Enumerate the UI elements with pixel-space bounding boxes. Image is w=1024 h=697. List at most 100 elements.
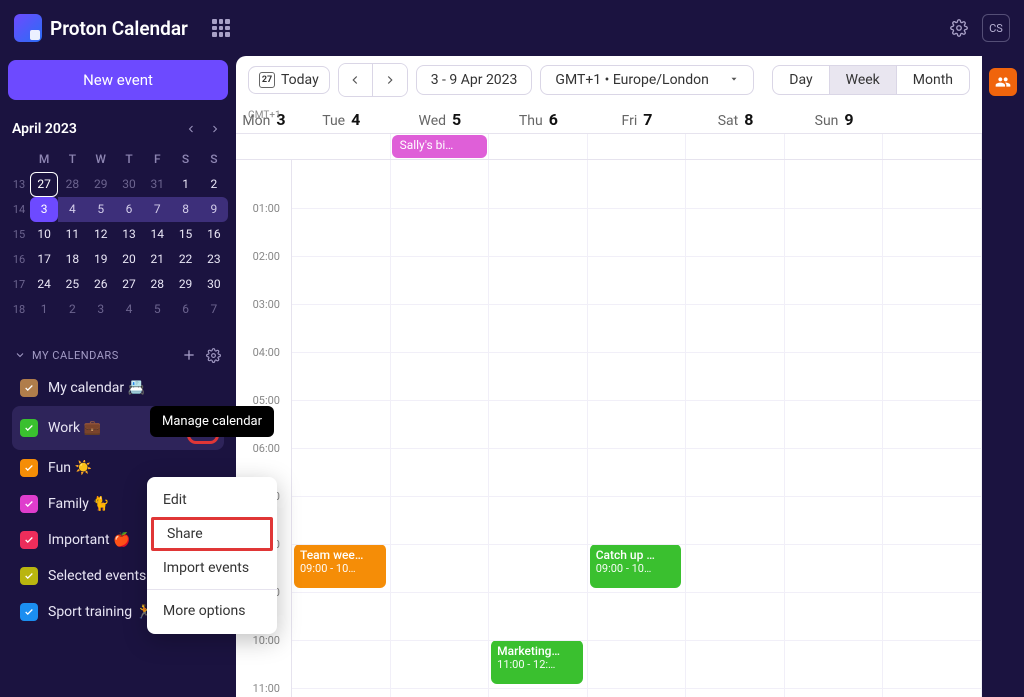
ctx-more[interactable]: More options — [147, 594, 277, 628]
mini-day[interactable]: 2 — [58, 297, 86, 322]
mini-day[interactable]: 2 — [200, 172, 228, 197]
ctx-import[interactable]: Import events — [147, 551, 277, 585]
mini-day[interactable]: 13 — [115, 222, 143, 247]
mini-day[interactable]: 29 — [87, 172, 115, 197]
day-header[interactable]: Sat8 — [686, 110, 785, 129]
calendars-settings-button[interactable] — [204, 346, 222, 364]
calendar-checkbox[interactable] — [20, 419, 38, 437]
mini-day[interactable]: 27 — [30, 172, 58, 197]
logo[interactable]: Proton Calendar — [14, 14, 188, 42]
apps-grid-icon[interactable] — [212, 19, 230, 37]
next-week-button[interactable] — [373, 64, 407, 96]
allday-cell[interactable] — [785, 134, 884, 159]
mini-day[interactable]: 22 — [171, 247, 199, 272]
calendar-event[interactable]: Team wee…09:00 - 10… — [294, 544, 386, 588]
contacts-icon[interactable] — [989, 68, 1017, 96]
calendar-event[interactable]: Catch up …09:00 - 10… — [590, 544, 682, 588]
mini-day[interactable]: 30 — [200, 272, 228, 297]
mini-day[interactable]: 3 — [30, 197, 58, 222]
day-column[interactable] — [785, 160, 884, 697]
mini-calendar[interactable]: MTWTFSS132728293031121434567891510111213… — [8, 144, 228, 322]
allday-event[interactable]: Sally's bi… — [392, 135, 488, 158]
gear-icon[interactable] — [950, 19, 968, 37]
mini-day[interactable]: 8 — [171, 197, 199, 222]
mini-calendar-title[interactable]: April 2023 — [12, 121, 182, 137]
mini-day[interactable]: 3 — [87, 297, 115, 322]
mini-day[interactable]: 14 — [143, 222, 171, 247]
new-event-button[interactable]: New event — [8, 60, 228, 100]
mini-day[interactable]: 26 — [87, 272, 115, 297]
ctx-edit[interactable]: Edit — [147, 483, 277, 517]
allday-cell[interactable]: Sally's bi… — [391, 134, 490, 159]
mini-day[interactable]: 7 — [143, 197, 171, 222]
my-calendars-header[interactable]: MY CALENDARS — [12, 340, 224, 370]
allday-cell[interactable] — [292, 134, 391, 159]
day-header[interactable]: Fri7 — [588, 110, 687, 129]
mini-day[interactable]: 6 — [171, 297, 199, 322]
mini-day[interactable]: 30 — [115, 172, 143, 197]
calendar-checkbox[interactable] — [20, 531, 38, 549]
calendar-checkbox[interactable] — [20, 379, 38, 397]
mini-day[interactable]: 20 — [115, 247, 143, 272]
mini-day[interactable]: 23 — [200, 247, 228, 272]
day-column[interactable]: Catch up …09:00 - 10… — [588, 160, 687, 697]
mini-day[interactable]: 4 — [58, 197, 86, 222]
mini-day[interactable]: 18 — [58, 247, 86, 272]
mini-day[interactable]: 29 — [171, 272, 199, 297]
day-header[interactable]: Tue4 — [292, 110, 391, 129]
mini-day[interactable]: 5 — [87, 197, 115, 222]
calendar-grid[interactable]: GMT+1 Mon3Tue4Wed5Thu6Fri7Sat8Sun9 Sally… — [236, 104, 982, 697]
day-column[interactable]: Team wee…09:00 - 10… — [292, 160, 391, 697]
calendar-checkbox[interactable] — [20, 567, 38, 585]
mini-prev-button[interactable] — [182, 120, 200, 138]
day-header[interactable]: Sun9 — [785, 110, 884, 129]
date-range[interactable]: 3 - 9 Apr 2023 — [416, 65, 533, 95]
calendar-checkbox[interactable] — [20, 459, 38, 477]
mini-day[interactable]: 7 — [200, 297, 228, 322]
mini-day[interactable]: 21 — [143, 247, 171, 272]
allday-cell[interactable] — [588, 134, 687, 159]
mini-day[interactable]: 12 — [87, 222, 115, 247]
allday-row[interactable]: Sally's bi… — [236, 134, 982, 160]
calendar-item[interactable]: My calendar 📇 — [12, 370, 224, 406]
day-header[interactable]: Wed5 — [391, 110, 490, 129]
day-column[interactable] — [391, 160, 490, 697]
view-month[interactable]: Month — [896, 66, 969, 94]
mini-day[interactable]: 31 — [143, 172, 171, 197]
add-calendar-button[interactable] — [180, 346, 198, 364]
today-button[interactable]: 27 Today — [248, 66, 330, 94]
mini-day[interactable]: 6 — [115, 197, 143, 222]
mini-day[interactable]: 15 — [171, 222, 199, 247]
mini-day[interactable]: 19 — [87, 247, 115, 272]
avatar[interactable]: CS — [982, 14, 1010, 42]
mini-next-button[interactable] — [206, 120, 224, 138]
allday-cell[interactable] — [686, 134, 785, 159]
timezone-select[interactable]: GMT+1 • Europe/London — [540, 65, 753, 95]
mini-day[interactable]: 5 — [143, 297, 171, 322]
mini-day[interactable]: 1 — [30, 297, 58, 322]
time-grid[interactable]: 01:0002:0003:0004:0005:0006:0007:0008:00… — [236, 160, 982, 697]
mini-day[interactable]: 24 — [30, 272, 58, 297]
day-column[interactable]: Marketing…11:00 - 12:… — [489, 160, 588, 697]
mini-day[interactable]: 28 — [143, 272, 171, 297]
day-column[interactable] — [686, 160, 785, 697]
view-day[interactable]: Day — [773, 66, 828, 94]
prev-week-button[interactable] — [339, 64, 373, 96]
calendar-checkbox[interactable] — [20, 603, 38, 621]
view-week[interactable]: Week — [829, 66, 896, 94]
mini-day[interactable]: 11 — [58, 222, 86, 247]
day-header[interactable]: Thu6 — [489, 110, 588, 129]
mini-day[interactable]: 9 — [200, 197, 228, 222]
mini-day[interactable]: 1 — [171, 172, 199, 197]
mini-day[interactable]: 4 — [115, 297, 143, 322]
mini-day[interactable]: 16 — [200, 222, 228, 247]
allday-cell[interactable] — [489, 134, 588, 159]
day-column[interactable] — [883, 160, 982, 697]
mini-day[interactable]: 10 — [30, 222, 58, 247]
allday-cell[interactable] — [883, 134, 982, 159]
mini-day[interactable]: 25 — [58, 272, 86, 297]
ctx-share[interactable]: Share — [151, 517, 273, 551]
mini-day[interactable]: 27 — [115, 272, 143, 297]
mini-day[interactable]: 17 — [30, 247, 58, 272]
calendar-event[interactable]: Marketing…11:00 - 12:… — [491, 640, 583, 684]
